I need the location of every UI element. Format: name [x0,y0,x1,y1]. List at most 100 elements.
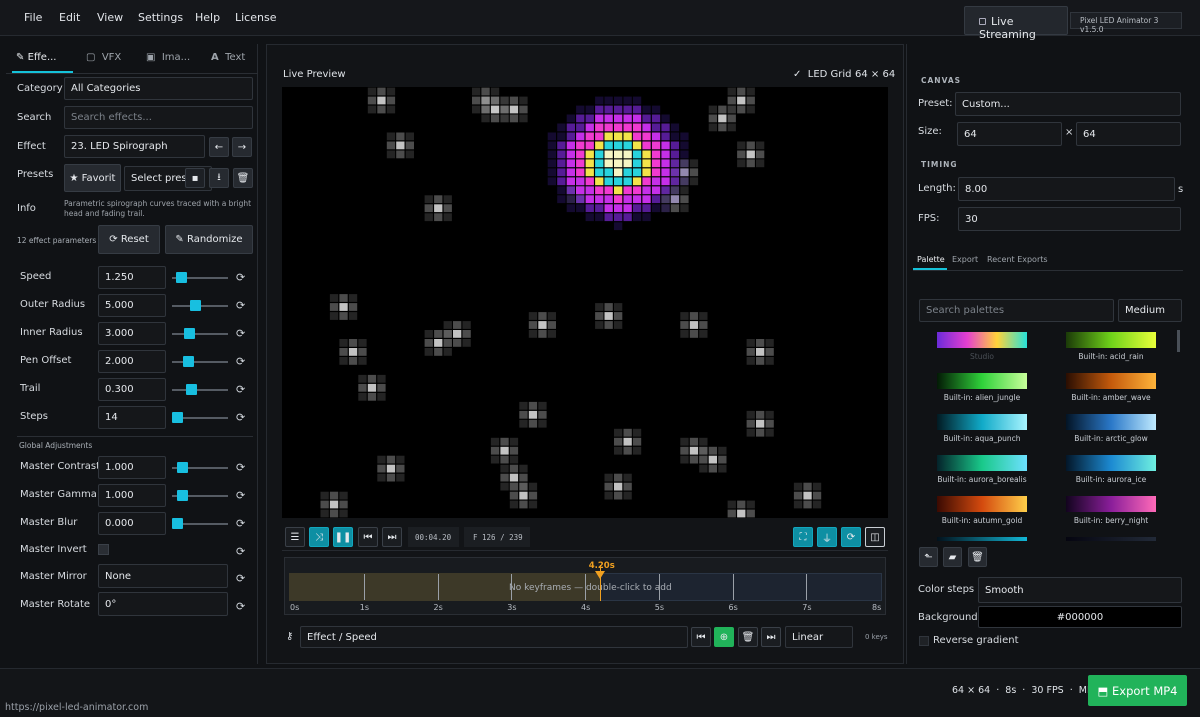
palette-swatch[interactable] [937,455,1027,471]
refresh-icon[interactable]: ⟳ [236,355,245,368]
palette-swatch[interactable] [1066,373,1156,389]
led-grid-toggle[interactable]: ✓ LED Grid [793,69,852,80]
download-preset-button[interactable]: ⭳ [209,168,229,188]
refresh-icon[interactable]: ⟳ [236,299,245,312]
tab-recent-exports[interactable]: Recent Exports [987,255,1048,264]
add-keyframe-button[interactable]: ⊕ [714,627,734,647]
delete-palette-button[interactable]: 🗑 [968,547,987,567]
keyframe-target-select[interactable]: Effect / Speed [300,626,688,648]
favorite-button[interactable]: ★ Favorit [64,164,121,192]
refresh-icon[interactable]: ⟳ [236,572,245,585]
connect-button[interactable]: ⏚ [817,527,837,547]
palette-swatch[interactable] [1066,332,1156,348]
skip-forward-button[interactable]: ⏭ [382,527,402,547]
prev-effect-button[interactable]: ← [209,137,229,157]
led-preview-canvas[interactable] [282,87,888,518]
param-slider-track[interactable] [172,389,228,391]
length-input[interactable]: 8.00 [958,177,1175,201]
next-keyframe-button[interactable]: ⏭ [761,627,781,647]
menu-view[interactable]: View [97,11,123,24]
background-color-picker[interactable]: #000000 [978,606,1182,628]
export-mp4-button[interactable]: ⬒ Export MP4 [1088,675,1187,706]
param-value-input[interactable]: 0.000 [98,512,166,535]
param-value-input[interactable]: 5.000 [98,294,166,317]
palette-swatch[interactable] [937,414,1027,430]
palette-swatch[interactable] [937,332,1027,348]
param-slider-track[interactable] [172,333,228,335]
refresh-icon[interactable]: ⟳ [236,327,245,340]
effect-search-input[interactable]: Search effects... [64,106,253,129]
tab-vfx[interactable]: ▢ VFX [86,52,121,63]
save-preset-button[interactable]: ▪ [185,168,205,188]
reverse-gradient-checkbox[interactable] [919,636,929,646]
param-slider-thumb[interactable] [177,490,189,501]
palette-swatch[interactable] [1066,414,1156,430]
tab-effects[interactable]: ✎ Effe... [16,52,56,63]
master-mirror-select[interactable]: None [98,564,228,588]
tab-images[interactable]: ▣ Ima... [146,52,190,63]
randomize-button[interactable]: ✎ Randomize [165,225,253,254]
param-slider-thumb[interactable] [183,356,195,367]
param-slider-thumb[interactable] [190,300,201,311]
tab-palette[interactable]: Palette [917,255,945,264]
fps-input[interactable]: 30 [958,207,1181,231]
palette-swatch[interactable] [1066,455,1156,471]
delete-keyframe-button[interactable]: 🗑 [738,627,758,647]
refresh-icon[interactable]: ⟳ [236,383,245,396]
website-url[interactable]: https://pixel-led-animator.com [5,702,148,713]
delete-preset-button[interactable]: 🗑 [233,168,253,188]
menu-button[interactable]: ☰ [285,527,305,547]
fullscreen-button[interactable]: ⛶ [793,527,813,547]
shuffle-button[interactable]: ⤨ [309,527,329,547]
refresh-icon[interactable]: ⟳ [236,517,245,530]
canvas-height-input[interactable]: 64 [1076,122,1181,146]
canvas-preset-select[interactable]: Custom... [955,92,1181,116]
palette-search-input[interactable]: Search palettes [919,299,1114,322]
menu-edit[interactable]: Edit [59,11,80,24]
menu-file[interactable]: File [24,11,42,24]
param-slider-thumb[interactable] [183,328,195,339]
import-palette-button[interactable]: ⬑ [919,547,938,567]
palette-swatch[interactable] [1066,496,1156,512]
param-value-input[interactable]: 1.000 [98,484,166,507]
refresh-icon[interactable]: ⟳ [236,489,245,502]
pause-button[interactable]: ❚❚ [333,527,353,547]
refresh-icon[interactable]: ⟳ [236,271,245,284]
menu-settings[interactable]: Settings [138,11,183,24]
skip-back-button[interactable]: ⏮ [358,527,378,547]
menu-license[interactable]: License [235,11,276,24]
param-value-input[interactable]: 1.250 [98,266,166,289]
refresh-icon[interactable]: ⟳ [236,545,245,558]
master-invert-checkbox[interactable] [98,544,109,555]
reset-button[interactable]: ⟳ Reset [98,225,160,254]
master-rotate-select[interactable]: 0° [98,592,228,616]
canvas-width-input[interactable]: 64 [957,122,1062,146]
refresh-icon[interactable]: ⟳ [236,600,245,613]
palette-size-select[interactable]: Medium [1118,299,1182,322]
tab-text[interactable]: A Text [211,52,245,63]
param-value-input[interactable]: 3.000 [98,322,166,345]
refresh-icon[interactable]: ⟳ [236,461,245,474]
tab-export[interactable]: Export [952,255,978,264]
color-steps-select[interactable]: Smooth [978,577,1182,603]
menu-help[interactable]: Help [195,11,220,24]
effect-select[interactable]: 23. LED Spirograph [64,135,205,158]
param-slider-thumb[interactable] [172,518,183,529]
palette-swatch[interactable] [1066,537,1156,541]
category-select[interactable]: All Categories [64,77,253,100]
playhead-handle[interactable] [594,571,605,579]
param-value-input[interactable]: 2.000 [98,350,166,373]
param-value-input[interactable]: 1.000 [98,456,166,479]
param-slider-thumb[interactable] [185,384,197,395]
param-slider-thumb[interactable] [172,412,184,423]
loop-button[interactable]: ⟳ [841,527,861,547]
open-palette-button[interactable]: ▰ [943,547,962,567]
param-slider-thumb[interactable] [176,462,188,473]
param-value-input[interactable]: 0.300 [98,378,166,401]
palette-swatch[interactable] [937,537,1027,541]
easing-select[interactable]: Linear [785,626,853,648]
prev-keyframe-button[interactable]: ⏮ [691,627,711,647]
live-streaming-button[interactable]: Live Streaming [964,6,1068,41]
param-value-input[interactable]: 14 [98,406,166,429]
palette-swatch[interactable] [937,373,1027,389]
